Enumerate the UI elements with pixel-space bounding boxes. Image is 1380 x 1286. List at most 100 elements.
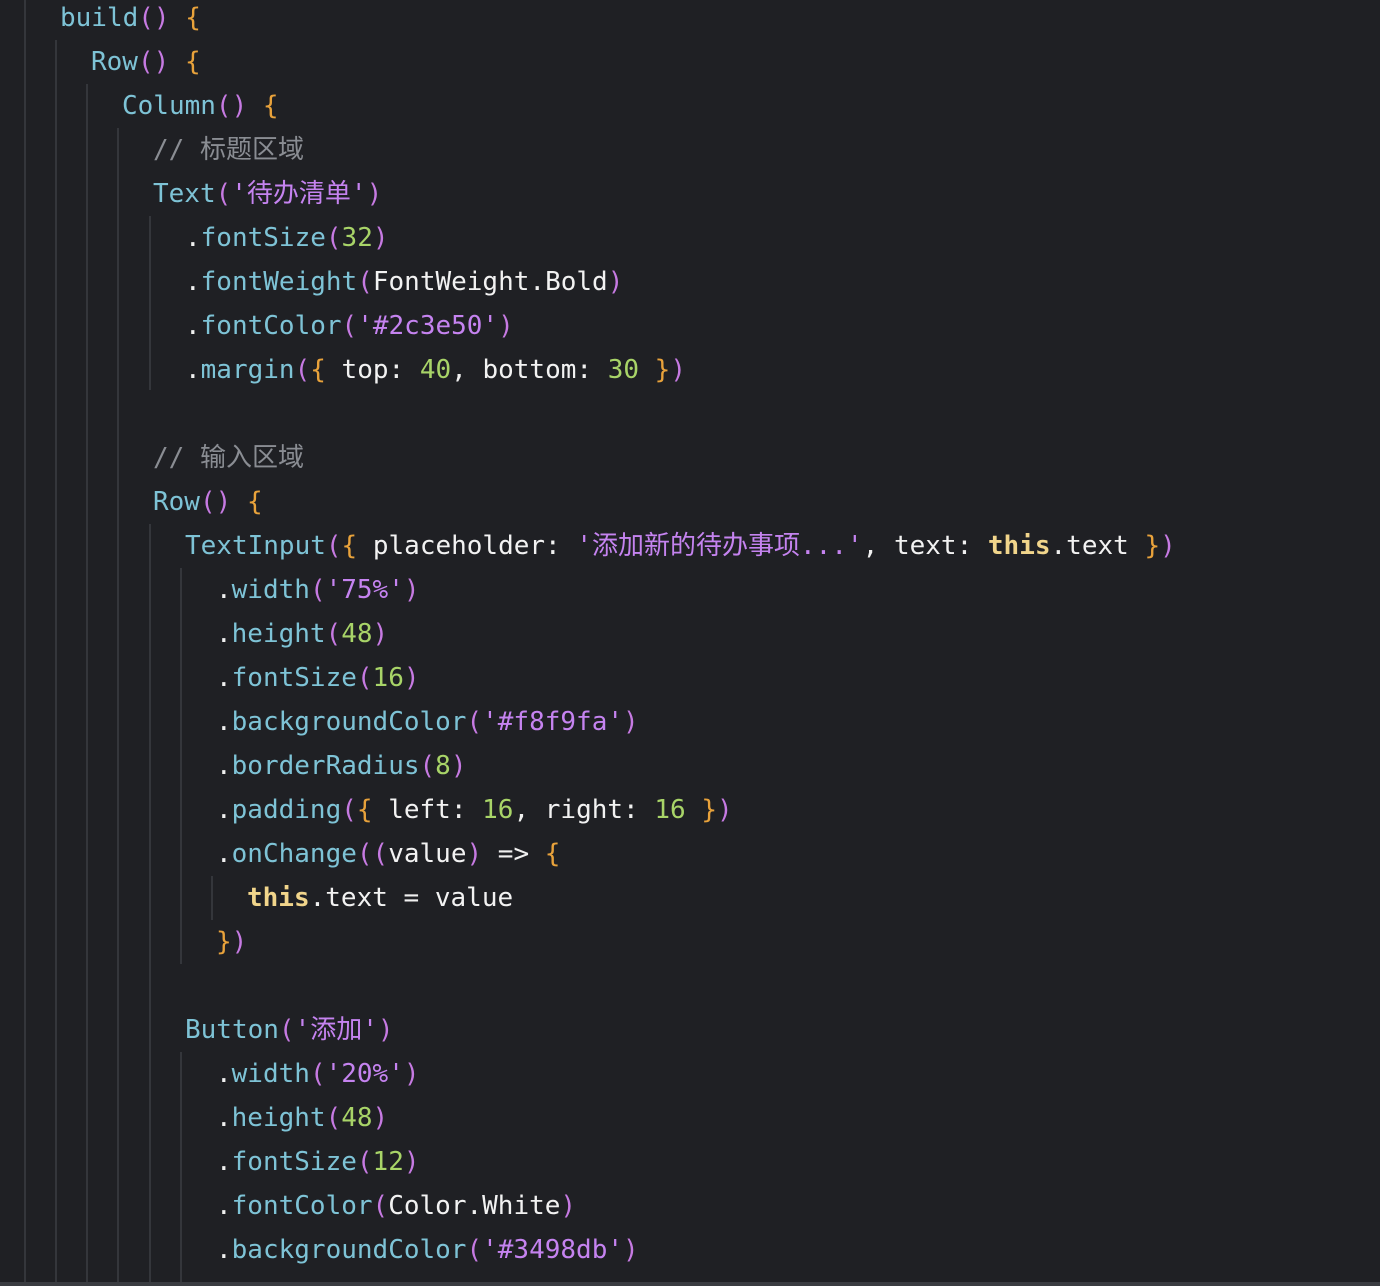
code-line[interactable]: Text('待办清单') [153,172,382,216]
indent-guide [86,84,88,1286]
code-line[interactable]: .backgroundColor('#3498db') [216,1228,639,1272]
code-token: ) [372,1103,389,1133]
code-line[interactable]: .backgroundColor('#f8f9fa') [216,700,639,744]
code-token: ( [294,355,311,385]
code-token: FontWeight [372,267,530,297]
code-token: . [185,223,201,253]
code-token: ) [466,839,483,869]
code-line[interactable]: this.text = value [247,876,513,920]
code-token: text [1066,531,1129,561]
code-token: ) [231,927,248,957]
code-token: 30 [607,355,639,385]
code-token: Row [91,47,138,77]
code-token: ( [325,531,342,561]
code-token: . [216,1059,232,1089]
code-line[interactable]: .fontSize(32) [185,216,389,260]
code-token: , [862,531,894,561]
code-token: ( [372,1191,389,1221]
code-line[interactable]: // 标题区域 [153,128,304,172]
code-token: build [60,3,139,33]
code-token: fontSize [231,663,357,693]
code-token: this [987,531,1051,561]
code-line[interactable]: .margin({ top: 40, bottom: 30 }) [185,348,686,392]
code-token: White [482,1191,561,1221]
code-token: ( [466,1235,483,1265]
code-token: placeholder [357,531,546,561]
code-token: ( [325,223,342,253]
code-token: // 输入区域 [153,443,304,473]
code-token: 16 [654,795,686,825]
code-token: ( [309,1059,326,1089]
code-token: () [199,487,232,517]
code-token: ( [466,707,483,737]
code-token: } [701,795,717,825]
code-line[interactable]: .height(48) [216,1096,388,1140]
code-line[interactable]: .fontSize(12) [216,1140,420,1184]
indent-guide [117,128,119,1286]
code-editor[interactable]: build() {Row() {Column() {// 标题区域 Text('待… [0,0,1380,1286]
code-line[interactable]: Row() { [91,40,201,84]
code-line[interactable]: .fontWeight(FontWeight.Bold) [185,260,623,304]
code-token: ( [309,575,326,605]
code-line[interactable]: TextInput({ placeholder: '添加新的待办事项...', … [185,524,1176,568]
code-token: . [216,619,232,649]
code-token: ) [403,1147,420,1177]
code-token: Color [388,1191,467,1221]
code-token: Column [122,91,216,121]
code-line[interactable]: Row() { [153,480,263,524]
code-line[interactable]: .height(48) [216,612,388,656]
code-token: ) [403,663,420,693]
code-line[interactable]: // 输入区域 [153,436,304,480]
code-token: . [1050,531,1067,561]
code-token: . [216,1235,232,1265]
code-token: ) [498,311,514,341]
code-line[interactable]: }) [216,920,247,964]
code-token: . [216,575,232,605]
code-token: fontWeight [200,267,358,297]
code-token: padding [231,795,342,825]
code-line[interactable]: .padding({ left: 16, right: 16 }) [216,788,733,832]
code-token: text [893,531,957,561]
code-token: 48 [341,1103,373,1133]
code-token: ) [607,267,624,297]
code-token: Text [153,179,216,209]
code-token: } [1144,531,1161,561]
code-line[interactable]: .borderRadius(8) [216,744,466,788]
code-line[interactable]: .width('20%') [216,1052,420,1096]
code-line[interactable]: Column() { [122,84,279,128]
code-token: . [466,1191,483,1221]
indent-guide [149,216,151,390]
code-token: , [451,355,483,385]
code-token: Bold [545,267,608,297]
code-line[interactable]: .fontSize(16) [216,656,420,700]
code-line[interactable]: Button('添加') [185,1008,394,1052]
code-token: '添加' [294,1015,378,1045]
code-token: onChange [231,839,357,869]
code-token: '添加新的待办事项...' [576,531,863,561]
code-token: } [216,927,232,957]
code-line[interactable]: .width('75%') [216,568,420,612]
code-line[interactable]: build() { [60,0,201,40]
code-line[interactable]: .fontColor(Color.White) [216,1184,576,1228]
code-token: { [544,839,561,869]
code-token: , [513,795,545,825]
code-token: . [309,883,326,913]
code-token: ) [372,619,389,649]
code-token: : [388,355,420,385]
code-token: 32 [341,223,373,253]
code-line[interactable]: .fontColor('#2c3e50') [185,304,514,348]
code-token: borderRadius [231,751,420,781]
code-token: . [185,267,201,297]
code-token: '#2c3e50' [357,311,499,341]
code-token: width [231,575,310,605]
code-token: { [262,91,279,121]
horizontal-scrollbar[interactable] [0,1282,1380,1286]
code-token: ) [623,707,639,737]
code-token: fontSize [231,1147,357,1177]
code-token: ( [278,1015,295,1045]
code-line[interactable]: .onChange((value) => { [216,832,560,876]
